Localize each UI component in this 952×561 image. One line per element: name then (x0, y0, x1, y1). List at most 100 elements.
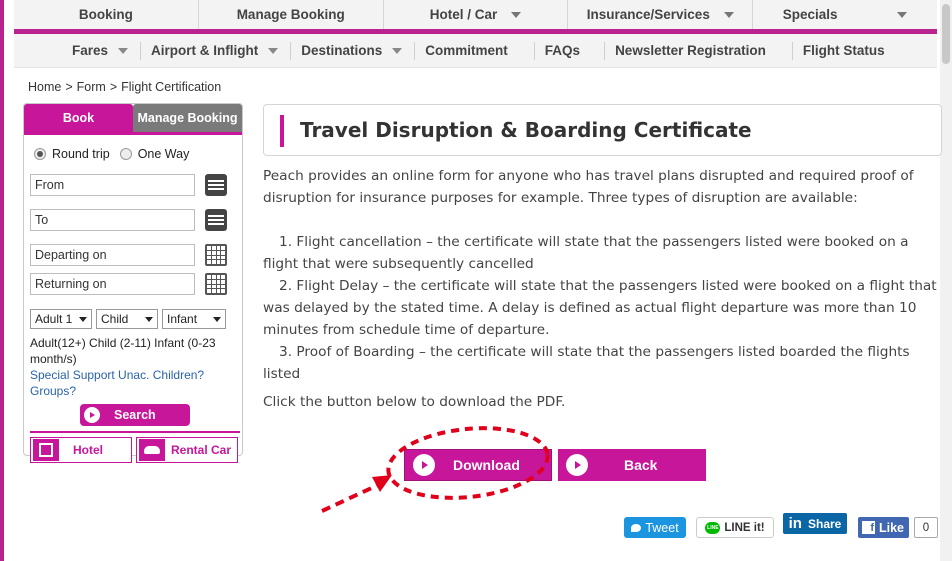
topnav-specials[interactable]: Specials (753, 0, 937, 29)
widget-bottom-tabs: Hotel Rental Car (30, 431, 240, 463)
widget-tabs: Book Manage Booking (24, 104, 242, 132)
subnav-label: Airport & Inflight (151, 43, 259, 58)
tab-manage-booking[interactable]: Manage Booking (133, 104, 242, 132)
chevron-down-icon (392, 47, 403, 54)
line-logo-icon: LINE (705, 521, 721, 534)
download-label: Download (453, 457, 520, 473)
facebook-like-button[interactable]: f Like (858, 517, 909, 538)
adult-select[interactable]: Adult 1 (30, 309, 92, 329)
list-icon[interactable] (205, 174, 227, 196)
subnav-airport-inflight[interactable]: Airport & Inflight (141, 41, 292, 60)
subnav-flight-status[interactable]: Flight Status (793, 42, 897, 60)
one-way-label: One Way (137, 147, 190, 161)
list-item: 3. Proof of Boarding – the certificate w… (263, 344, 910, 382)
breadcrumb: Home > Form > Flight Certification (28, 80, 225, 94)
download-button[interactable]: Download (404, 449, 552, 481)
tweet-button[interactable]: Tweet (624, 517, 686, 538)
line-it-label: LINE it! (724, 521, 765, 534)
line-it-button[interactable]: LINE LINE it! (696, 517, 774, 538)
breadcrumb-separator: > (65, 80, 73, 94)
passenger-row: Adult 1 Child Infant (30, 309, 226, 329)
title-accent-bar (280, 115, 284, 147)
arrow-right-icon (84, 407, 100, 423)
child-select[interactable]: Child (96, 309, 158, 329)
share-label: Share (807, 516, 842, 531)
arrow-right-icon (413, 454, 435, 476)
round-trip-radio[interactable] (34, 148, 46, 160)
search-label: Search (114, 408, 156, 422)
back-label: Back (624, 457, 658, 473)
topnav-label: Specials (782, 7, 838, 22)
to-row: To (30, 209, 227, 231)
one-way-radio[interactable] (119, 148, 132, 160)
calendar-icon[interactable] (205, 273, 227, 295)
tweet-label: Tweet (645, 520, 679, 535)
hotel-icon (33, 439, 59, 461)
widget-body: Round trip One Way From To Departing on … (24, 132, 242, 463)
intro-paragraph: Peach provides an online form for anyone… (263, 168, 914, 206)
infant-select[interactable]: Infant (162, 309, 226, 329)
subnav-label: Commitment (425, 43, 508, 58)
calendar-icon[interactable] (205, 244, 227, 266)
chevron-down-icon (723, 11, 734, 18)
rental-car-tab[interactable]: Rental Car (136, 437, 238, 463)
sub-nav: Fares Airport & Inflight Destinations Co… (14, 34, 937, 68)
topnav-manage-booking[interactable]: Manage Booking (199, 0, 384, 29)
subnav-label: Flight Status (802, 43, 885, 58)
chevron-down-icon (897, 11, 908, 18)
list-icon[interactable] (205, 209, 227, 231)
departing-field[interactable]: Departing on (30, 244, 195, 266)
subnav-label: Fares (72, 43, 109, 58)
widget-links: Special Support Unac. Children? Groups? (30, 367, 204, 399)
arrow-right-icon (566, 454, 588, 476)
hotel-label: Hotel (73, 443, 103, 457)
subnav-destinations[interactable]: Destinations (291, 41, 416, 60)
subnav-label: Newsletter Registration (615, 43, 766, 58)
to-field[interactable]: To (30, 209, 195, 231)
topnav-hotel-car[interactable]: Hotel / Car (384, 0, 569, 29)
download-instruction: Click the button below to download the P… (263, 394, 566, 410)
subnav-label: FAQs (544, 43, 581, 58)
breadcrumb-form[interactable]: Form (77, 80, 106, 94)
topnav-booking[interactable]: Booking (14, 0, 199, 29)
back-button[interactable]: Back (558, 449, 706, 481)
like-label: Like (879, 520, 905, 535)
scrollbar[interactable] (940, 0, 952, 561)
topnav-label: Manage Booking (236, 7, 345, 22)
booking-widget: Book Manage Booking Round trip One Way F… (23, 103, 243, 463)
linkedin-share-button[interactable]: in Share (783, 513, 847, 534)
from-field[interactable]: From (30, 174, 195, 196)
top-nav: Booking Manage Booking Hotel / Car Insur… (14, 0, 937, 34)
subnav-faqs[interactable]: FAQs (535, 41, 606, 60)
page-title: Travel Disruption & Boarding Certificate (300, 118, 752, 142)
chevron-down-icon (145, 316, 153, 322)
subnav-commitment[interactable]: Commitment (415, 41, 535, 60)
linkedin-icon: in (788, 515, 802, 532)
breadcrumb-home[interactable]: Home (28, 80, 61, 94)
list-item: 1. Flight cancellation – the certificate… (263, 234, 909, 272)
rental-car-label: Rental Car (171, 443, 232, 457)
hotel-tab[interactable]: Hotel (30, 437, 132, 463)
infant-select-value: Infant (167, 312, 198, 326)
like-count: 0 (914, 517, 938, 538)
chevron-down-icon (268, 47, 279, 54)
chevron-down-icon (511, 11, 522, 18)
topnav-label: Insurance/Services (586, 7, 710, 22)
scrollbar-thumb[interactable] (942, 4, 950, 64)
page-title-box: Travel Disruption & Boarding Certificate (263, 104, 942, 156)
returning-row: Returning on (30, 273, 227, 295)
tab-book[interactable]: Book (24, 104, 133, 132)
child-select-value: Child (101, 312, 129, 326)
unac-children-link[interactable]: Special Support Unac. Children? (30, 367, 204, 383)
groups-link[interactable]: Groups? (30, 383, 204, 399)
search-button[interactable]: Search (80, 404, 190, 426)
adult-select-value: Adult 1 (35, 312, 73, 326)
facebook-icon: f (862, 521, 875, 534)
passenger-age-note: Adult(12+) Child (2-11) Infant (0-23 mon… (30, 336, 216, 366)
topnav-insurance-services[interactable]: Insurance/Services (568, 0, 754, 29)
annotation-arrow-line (321, 483, 379, 513)
topnav-label: Booking (78, 7, 133, 22)
returning-field[interactable]: Returning on (30, 273, 195, 295)
subnav-fares[interactable]: Fares (62, 41, 142, 60)
subnav-newsletter[interactable]: Newsletter Registration (605, 41, 793, 60)
